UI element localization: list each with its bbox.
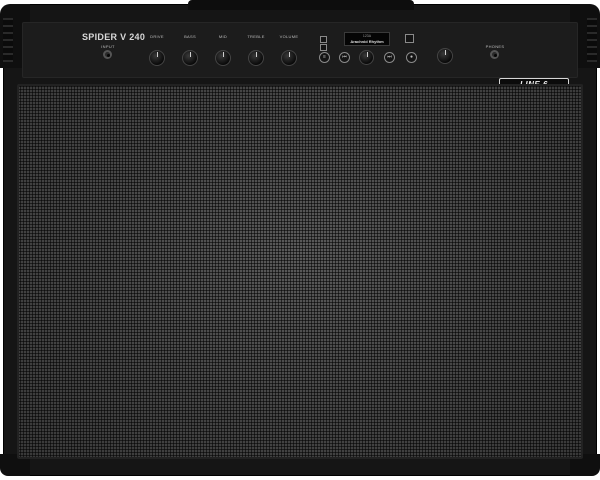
home-button[interactable]: [405, 34, 414, 43]
volume-label: VOLUME: [279, 34, 299, 39]
carry-handle: [188, 0, 414, 10]
phones-label: PHONES: [485, 44, 505, 49]
preset-name: Arachnid Rhythm: [350, 39, 384, 44]
preset-encoder-knob[interactable]: [359, 50, 374, 65]
bass-label: BASS: [184, 34, 196, 39]
drive-knob[interactable]: [149, 50, 165, 66]
tap-button[interactable]: ●: [406, 52, 417, 63]
treble-knob[interactable]: [248, 50, 264, 66]
menu-button[interactable]: ≡: [319, 52, 330, 63]
preset-number: 123A: [362, 34, 372, 38]
input-jack[interactable]: [103, 50, 112, 59]
next-preset-button[interactable]: ⏭: [384, 52, 395, 63]
input-label: INPUT: [101, 44, 115, 49]
treble-label: TREBLE: [247, 34, 265, 39]
bass-knob[interactable]: [182, 50, 198, 66]
drive-label: DRIVE: [150, 34, 164, 39]
mid-knob[interactable]: [215, 50, 231, 66]
fx-select-button[interactable]: [320, 44, 327, 51]
control-panel: SPIDER V 240 INPUT DRIVE BASS MID TREBLE…: [22, 22, 578, 78]
mid-label: MID: [218, 34, 228, 39]
preset-display: 123A Arachnid Rhythm: [344, 32, 390, 46]
speaker-grille: [17, 84, 583, 459]
volume-knob[interactable]: [281, 50, 297, 66]
previous-preset-button[interactable]: ⏮: [339, 52, 350, 63]
amp-select-button[interactable]: [320, 36, 327, 43]
master-volume-knob[interactable]: [437, 48, 453, 64]
phones-jack[interactable]: [490, 50, 499, 59]
model-name: SPIDER V 240: [82, 32, 146, 42]
